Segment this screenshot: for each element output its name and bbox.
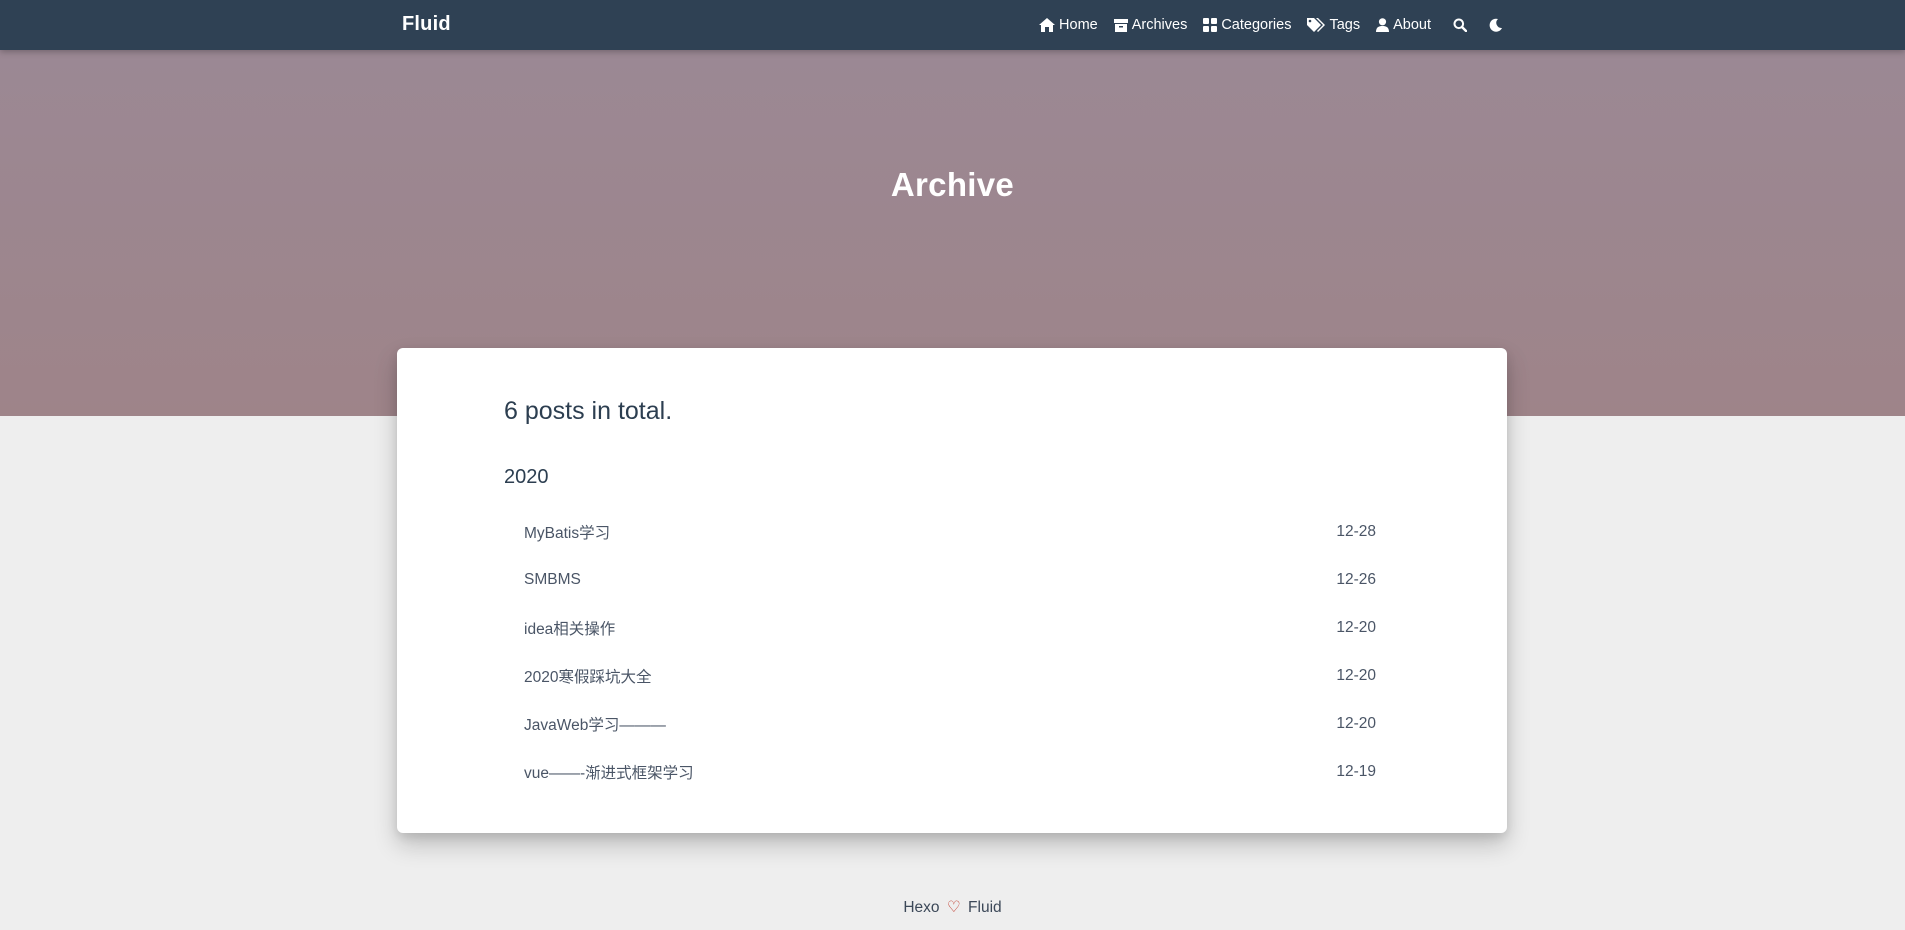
archive-icon — [1113, 18, 1128, 32]
archive-board: 6 posts in total. 2020 MyBatis学习 12-28 S… — [397, 348, 1507, 833]
post-date: 12-19 — [1336, 763, 1376, 780]
post-title[interactable]: idea相关操作 — [524, 617, 615, 639]
nav-items: Home Archives Categories Tags About — [1023, 0, 1503, 50]
post-title[interactable]: MyBatis学习 — [524, 521, 610, 543]
list-item[interactable]: idea相关操作 12-20 — [524, 604, 1376, 652]
nav-link-label: Home — [1059, 17, 1098, 33]
brand-link[interactable]: Fluid — [402, 13, 451, 36]
post-title[interactable]: SMBMS — [524, 571, 581, 589]
nav-link-about[interactable]: About — [1376, 17, 1431, 33]
list-item[interactable]: 2020寒假踩坑大全 12-20 — [524, 652, 1376, 700]
post-title[interactable]: JavaWeb学习——— — [524, 713, 666, 735]
list-item[interactable]: vue——-渐进式框架学习 12-19 — [524, 748, 1376, 796]
post-date: 12-28 — [1336, 523, 1376, 540]
nav-link-tags[interactable]: Tags — [1307, 17, 1360, 33]
search-button[interactable] — [1453, 18, 1467, 32]
navbar: Fluid Home Archives Categories Tags Abou… — [0, 0, 1905, 50]
post-count: 6 posts in total. — [504, 397, 673, 425]
archive-year: 2020 — [504, 466, 549, 488]
nav-link-home[interactable]: Home — [1039, 17, 1098, 33]
search-icon — [1453, 18, 1467, 32]
post-date: 12-20 — [1336, 715, 1376, 732]
list-item[interactable]: MyBatis学习 12-28 — [524, 508, 1376, 556]
list-item[interactable]: JavaWeb学习——— 12-20 — [524, 700, 1376, 748]
post-date: 12-20 — [1336, 667, 1376, 684]
moon-icon — [1489, 18, 1502, 32]
post-title[interactable]: vue——-渐进式框架学习 — [524, 761, 694, 783]
nav-link-label: Tags — [1329, 17, 1361, 33]
list-item[interactable]: SMBMS 12-26 — [524, 556, 1376, 604]
dark-mode-toggle[interactable] — [1489, 18, 1503, 32]
page-title: Archive — [890, 166, 1015, 203]
post-date: 12-20 — [1336, 619, 1376, 636]
nav-link-archives[interactable]: Archives — [1113, 17, 1188, 33]
user-icon — [1376, 18, 1390, 32]
footer-fluid-link[interactable]: Fluid — [968, 899, 1002, 916]
heart-icon: ♡ — [946, 899, 961, 916]
tags-icon — [1307, 18, 1326, 32]
footer-hexo-link[interactable]: Hexo — [903, 899, 939, 916]
post-title[interactable]: 2020寒假踩坑大全 — [524, 665, 651, 687]
nav-link-categories[interactable]: Categories — [1203, 17, 1291, 33]
footer: Hexo ♡ Fluid — [0, 898, 1905, 917]
nav-link-label: Archives — [1131, 17, 1188, 33]
nav-link-label: Categories — [1221, 17, 1292, 33]
grid-icon — [1203, 18, 1218, 32]
home-icon — [1039, 18, 1056, 32]
post-date: 12-26 — [1336, 571, 1376, 588]
post-list: MyBatis学习 12-28 SMBMS 12-26 idea相关操作 12-… — [524, 508, 1376, 796]
nav-link-label: About — [1393, 17, 1431, 33]
